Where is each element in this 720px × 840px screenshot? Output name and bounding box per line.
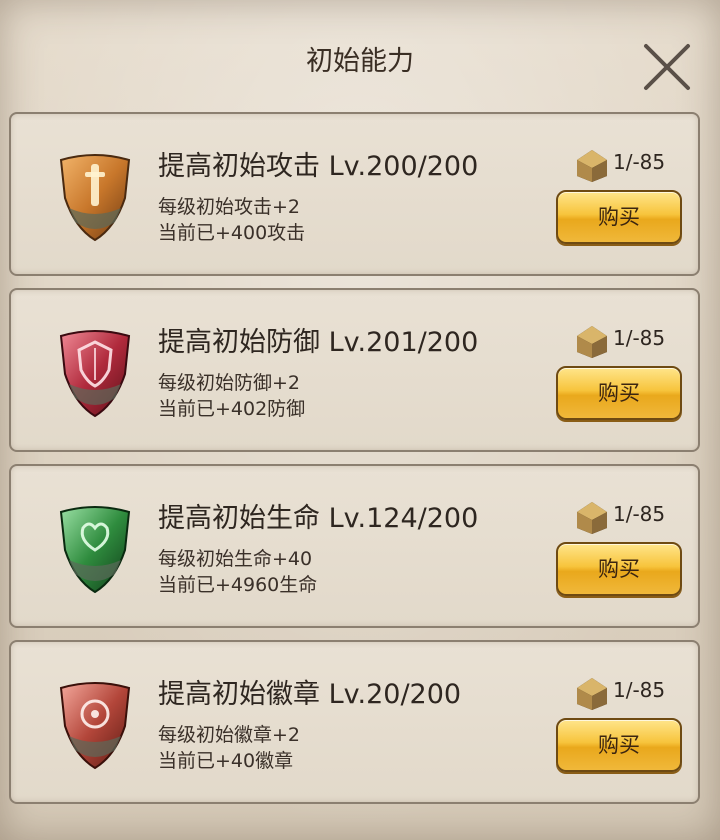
upgrade-current: 当前已+40徽章 [158, 750, 294, 772]
upgrade-current: 当前已+402防御 [158, 398, 306, 420]
upgrade-per-level: 每级初始徽章+2 [158, 724, 301, 746]
badge-gem-icon [59, 682, 131, 770]
upgrade-per-level: 每级初始攻击+2 [158, 196, 301, 218]
upgrade-name: 提高初始徽章 Lv.20/200 [158, 679, 462, 710]
buy-button[interactable]: 购买 [556, 718, 682, 772]
panel-title: 初始能力 [306, 46, 414, 77]
buy-button[interactable]: 购买 [556, 542, 682, 596]
upgrade-current: 当前已+400攻击 [158, 222, 306, 244]
upgrade-card-badge: 提高初始徽章 Lv.20/200 每级初始徽章+2 当前已+40徽章 1/-85… [9, 640, 700, 804]
cost-text: 1/-85 [613, 502, 666, 526]
shield-gem-icon [59, 330, 131, 418]
life-gem-icon [59, 506, 131, 594]
upgrade-name: 提高初始生命 Lv.124/200 [158, 503, 479, 534]
cost-text: 1/-85 [613, 326, 666, 350]
sword-gem-icon [59, 154, 131, 242]
upgrade-card-attack: 提高初始攻击 Lv.200/200 每级初始攻击+2 当前已+400攻击 1/-… [9, 112, 700, 276]
cube-currency-icon [577, 502, 607, 534]
cost-text: 1/-85 [613, 150, 666, 174]
cube-currency-icon [577, 150, 607, 182]
ability-panel: 初始能力 提高初始攻击 Lv.200/200 每级初始攻击+2 当前已+400攻… [0, 0, 720, 840]
cost-text: 1/-85 [613, 678, 666, 702]
upgrade-per-level: 每级初始生命+40 [158, 548, 313, 570]
buy-button[interactable]: 购买 [556, 366, 682, 420]
close-icon[interactable] [640, 40, 694, 94]
cube-currency-icon [577, 678, 607, 710]
upgrade-per-level: 每级初始防御+2 [158, 372, 301, 394]
cube-currency-icon [577, 326, 607, 358]
upgrade-card-life: 提高初始生命 Lv.124/200 每级初始生命+40 当前已+4960生命 1… [9, 464, 700, 628]
upgrade-name: 提高初始防御 Lv.201/200 [158, 327, 479, 358]
buy-button[interactable]: 购买 [556, 190, 682, 244]
upgrade-name: 提高初始攻击 Lv.200/200 [158, 151, 479, 182]
upgrade-current: 当前已+4960生命 [158, 574, 318, 596]
upgrade-card-defense: 提高初始防御 Lv.201/200 每级初始防御+2 当前已+402防御 1/-… [9, 288, 700, 452]
